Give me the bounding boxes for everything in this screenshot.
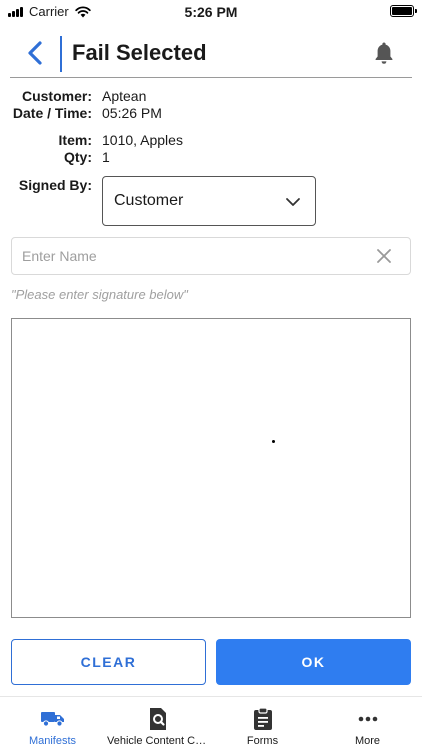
back-button[interactable] — [20, 38, 50, 68]
status-bar: Carrier 5:26 PM — [0, 0, 422, 24]
battery-icon — [390, 5, 417, 17]
signed-by-selected: Customer — [114, 192, 184, 209]
tab-label: Manifests — [28, 735, 77, 747]
tab-manifests[interactable]: Manifests — [0, 697, 105, 750]
chevron-left-icon — [28, 41, 42, 65]
customer-value: Aptean — [102, 88, 147, 104]
status-time: 5:26 PM — [184, 4, 238, 20]
customer-label: Customer: — [21, 88, 92, 104]
tab-label: Vehicle Content Ch... — [107, 735, 210, 747]
tab-vehicle-content-check[interactable]: Vehicle Content Ch... — [105, 697, 210, 750]
close-icon[interactable] — [376, 248, 392, 264]
item-value: 1010, Apples — [102, 132, 183, 148]
chevron-down-icon — [286, 198, 300, 206]
datetime-value: 05:26 PM — [102, 105, 162, 121]
bell-icon — [375, 42, 393, 64]
name-input[interactable] — [22, 238, 362, 274]
qty-value: 1 — [102, 149, 110, 165]
header-divider — [60, 36, 62, 72]
page-title: Fail Selected — [72, 40, 207, 65]
clear-button[interactable]: CLEAR — [11, 639, 206, 685]
tab-label: More — [354, 735, 381, 747]
signed-by-select[interactable]: Customer — [102, 176, 316, 226]
signed-by-label: Signed By: — [18, 177, 92, 193]
ellipsis-icon — [358, 716, 377, 722]
tab-label: Forms — [246, 735, 279, 747]
header: Fail Selected — [10, 30, 412, 78]
name-field — [11, 237, 411, 275]
notifications-button[interactable] — [372, 40, 396, 66]
clipboard-icon — [253, 707, 272, 730]
tab-more[interactable]: More — [315, 697, 420, 750]
qty-label: Qty: — [64, 149, 92, 165]
datetime-label: Date / Time: — [12, 105, 92, 121]
truck-icon — [40, 712, 64, 727]
item-label: Item: — [58, 132, 92, 148]
tab-bar: Manifests Vehicle Content Ch... Forms Mo… — [0, 696, 422, 750]
tab-forms[interactable]: Forms — [210, 697, 315, 750]
signature-pad[interactable] — [11, 318, 411, 618]
ok-button[interactable]: OK — [216, 639, 411, 685]
signature-hint: "Please enter signature below" — [11, 287, 188, 302]
signature-stroke — [272, 440, 275, 443]
document-search-icon — [149, 708, 166, 730]
